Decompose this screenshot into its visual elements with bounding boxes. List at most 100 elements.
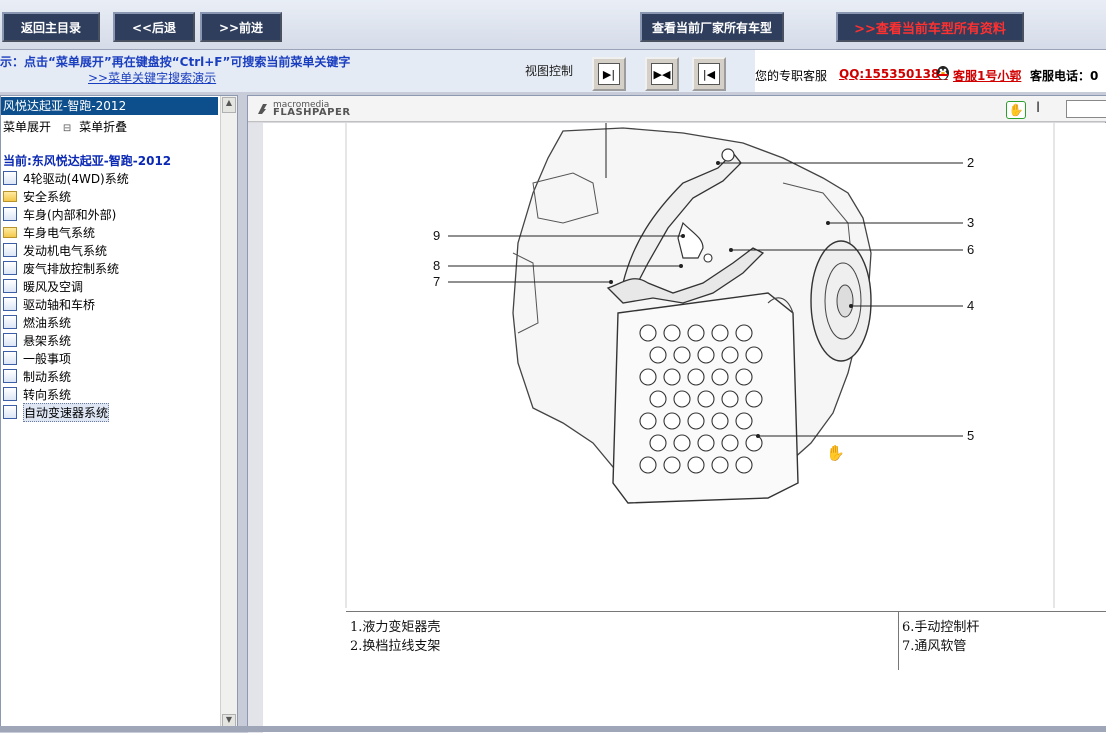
callout-number: 3 bbox=[967, 215, 974, 230]
tree-item[interactable]: 制动系统 bbox=[3, 367, 129, 385]
document-viewer: macromedia FLASHPAPER ✋ I 2 3 4 5 6 7 8 … bbox=[247, 95, 1106, 733]
tree-item-label: 制动系统 bbox=[23, 369, 72, 384]
forward-button[interactable]: >>前进 bbox=[200, 12, 282, 42]
flashpaper-toolbar: macromedia FLASHPAPER ✋ I bbox=[248, 96, 1106, 122]
callout-number: 4 bbox=[967, 298, 974, 313]
tree-item[interactable]: 驱动轴和车桥 bbox=[3, 295, 129, 313]
view-control-label: 视图控制 bbox=[525, 64, 574, 78]
page-icon bbox=[3, 351, 17, 365]
callout-number: 6 bbox=[967, 242, 974, 257]
menu-collapse-link[interactable]: 菜单折叠 bbox=[79, 120, 127, 134]
page-icon bbox=[3, 171, 17, 185]
tree-item[interactable]: 一般事项 bbox=[3, 349, 129, 367]
model-docs-button[interactable]: >>查看当前车型所有资料 bbox=[836, 12, 1024, 42]
service-info: 您的专职客服 QQ:1553501388 客服1号小郭 客服电话：0 bbox=[755, 50, 1106, 92]
tree-item-label: 废气排放控制系统 bbox=[23, 261, 120, 276]
page-icon bbox=[3, 279, 17, 293]
text-select-tool-icon[interactable]: I bbox=[1036, 100, 1040, 116]
page-icon bbox=[3, 333, 17, 347]
page-icon bbox=[3, 207, 17, 221]
menu-expand-link[interactable]: 菜单展开 bbox=[3, 120, 51, 134]
top-toolbar: 返回主目录 <<后退 >>前进 查看当前厂家所有车型 >>查看当前车型所有资料 bbox=[0, 0, 1106, 50]
legend-item: 1.液力变矩器壳 bbox=[350, 620, 441, 635]
search-tip-text: 示：点击“菜单展开”再在键盘按“Ctrl+F”可搜索当前菜单关键字 bbox=[0, 55, 351, 69]
callout-number: 7 bbox=[433, 274, 440, 289]
callout-number: 8 bbox=[433, 258, 440, 273]
tree-item[interactable]: 发动机电气系统 bbox=[3, 241, 129, 259]
qq-link[interactable]: QQ:1553501388 bbox=[839, 67, 948, 81]
page-icon bbox=[3, 369, 17, 383]
split-arrows-icon: ▶◀ bbox=[651, 63, 673, 85]
view-sidebar-left-button[interactable]: |◀ bbox=[692, 57, 726, 91]
hand-cursor-icon: ✋ bbox=[826, 444, 845, 462]
callout-number: 2 bbox=[967, 155, 974, 170]
tree-item[interactable]: 暖风及空调 bbox=[3, 277, 129, 295]
hand-tool-icon[interactable]: ✋ bbox=[1006, 101, 1026, 119]
search-demo-link[interactable]: >>菜单关键字搜索演示 bbox=[88, 69, 216, 86]
arrow-right-bar-icon: ▶| bbox=[598, 63, 620, 85]
zoom-input[interactable] bbox=[1066, 100, 1106, 118]
tree-item[interactable]: 转向系统 bbox=[3, 385, 129, 403]
legend-left-column: 1.液力变矩器壳 2.换档拉线支架 bbox=[350, 618, 440, 656]
tree-item[interactable]: 车身电气系统 bbox=[3, 223, 129, 241]
page-icon bbox=[3, 405, 17, 419]
tree-item[interactable]: 自动变速器系统 bbox=[3, 402, 129, 422]
tree-item-label: 车身(内部和外部) bbox=[23, 207, 117, 222]
tree-item[interactable]: 4轮驱动(4WD)系统 bbox=[3, 169, 129, 187]
tree-item-label: 悬架系统 bbox=[23, 333, 72, 348]
bottom-edge bbox=[0, 726, 1106, 732]
flashpaper-product: FLASHPAPER bbox=[273, 107, 351, 118]
exclusive-service-label: 您的专职客服 bbox=[755, 69, 828, 83]
tree-item-label: 驱动轴和车桥 bbox=[23, 297, 96, 312]
page-icon bbox=[3, 261, 17, 275]
tree-item[interactable]: 燃油系统 bbox=[3, 313, 129, 331]
folder-icon bbox=[3, 226, 17, 238]
tree-item[interactable]: 废气排放控制系统 bbox=[3, 259, 129, 277]
tree-item-label: 一般事项 bbox=[23, 351, 72, 366]
transmission-diagram: 2 3 4 5 6 78 9 bbox=[345, 123, 1055, 608]
tree-item-label: 4轮驱动(4WD)系统 bbox=[23, 171, 129, 186]
menu-control-row: 菜单展开 ⊟ 菜单折叠 bbox=[3, 118, 127, 135]
view-sidebar-right-button[interactable]: ▶| bbox=[592, 57, 626, 91]
page-icon bbox=[3, 315, 17, 329]
home-button[interactable]: 返回主目录 bbox=[2, 12, 100, 42]
tree-item-label: 安全系统 bbox=[23, 189, 72, 204]
tree-item-label: 车身电气系统 bbox=[23, 225, 96, 240]
agent-link[interactable]: 客服1号小郭 bbox=[953, 67, 1021, 84]
tip-bar: 示：点击“菜单展开”再在键盘按“Ctrl+F”可搜索当前菜单关键字 >>菜单关键… bbox=[0, 50, 755, 92]
page-icon bbox=[3, 387, 17, 401]
current-model-label: 当前:东风悦达起亚-智跑-2012 bbox=[3, 154, 172, 168]
sidebar-selected-title[interactable]: 风悦达起亚-智跑-2012 bbox=[1, 97, 218, 115]
view-split-button[interactable]: ▶◀ bbox=[645, 57, 679, 91]
scroll-up-arrow-icon[interactable]: ▲ bbox=[222, 97, 236, 113]
tree-item[interactable]: 悬架系统 bbox=[3, 331, 129, 349]
flashpaper-logo: macromedia FLASHPAPER bbox=[256, 101, 351, 118]
tree-item[interactable]: 安全系统 bbox=[3, 187, 129, 205]
sidebar: 风悦达起亚-智跑-2012 菜单展开 ⊟ 菜单折叠 当前:东风悦达起亚-智跑-2… bbox=[0, 95, 238, 732]
legend-item: 2.换档拉线支架 bbox=[350, 639, 441, 654]
tree-item-label: 转向系统 bbox=[23, 387, 72, 402]
page-icon bbox=[3, 297, 17, 311]
folder-icon bbox=[3, 190, 17, 202]
tree-item-label: 自动变速器系统 bbox=[23, 402, 110, 422]
back-button[interactable]: <<后退 bbox=[113, 12, 195, 42]
menu-tree: 4轮驱动(4WD)系统 安全系统车身(内部和外部) 车身电气系统 发动机电气系统 废气排… bbox=[3, 169, 129, 422]
tree-item-label: 燃油系统 bbox=[23, 315, 72, 330]
page-icon bbox=[3, 243, 17, 257]
legend-item: 6.手动控制杆 bbox=[902, 620, 980, 635]
callout-number: 5 bbox=[967, 428, 974, 443]
page-gutter bbox=[248, 123, 263, 733]
flashpaper-logo-icon bbox=[258, 104, 267, 114]
tree-item-label: 暖风及空调 bbox=[23, 279, 84, 294]
tree-item-label: 发动机电气系统 bbox=[23, 243, 108, 258]
qq-penguin-icon bbox=[934, 63, 952, 81]
tree-item[interactable]: 车身(内部和外部) bbox=[3, 205, 129, 223]
sidebar-scrollbar[interactable]: ▲ ▼ bbox=[220, 96, 237, 731]
parts-legend: 1.液力变矩器壳 2.换档拉线支架 6.手动控制杆 7.通风软管 bbox=[346, 611, 1106, 670]
arrow-left-bar-icon: |◀ bbox=[698, 63, 720, 85]
collapse-box-icon: ⊟ bbox=[62, 123, 72, 134]
phone-label: 客服电话：0 bbox=[1030, 69, 1099, 83]
callout-number: 9 bbox=[433, 228, 440, 243]
maker-models-button[interactable]: 查看当前厂家所有车型 bbox=[640, 12, 784, 42]
document-page[interactable]: 2 3 4 5 6 78 9 1.液力变矩器壳 2.换档拉线支架 6.手动控制杆 7.通风软… bbox=[263, 123, 1106, 733]
